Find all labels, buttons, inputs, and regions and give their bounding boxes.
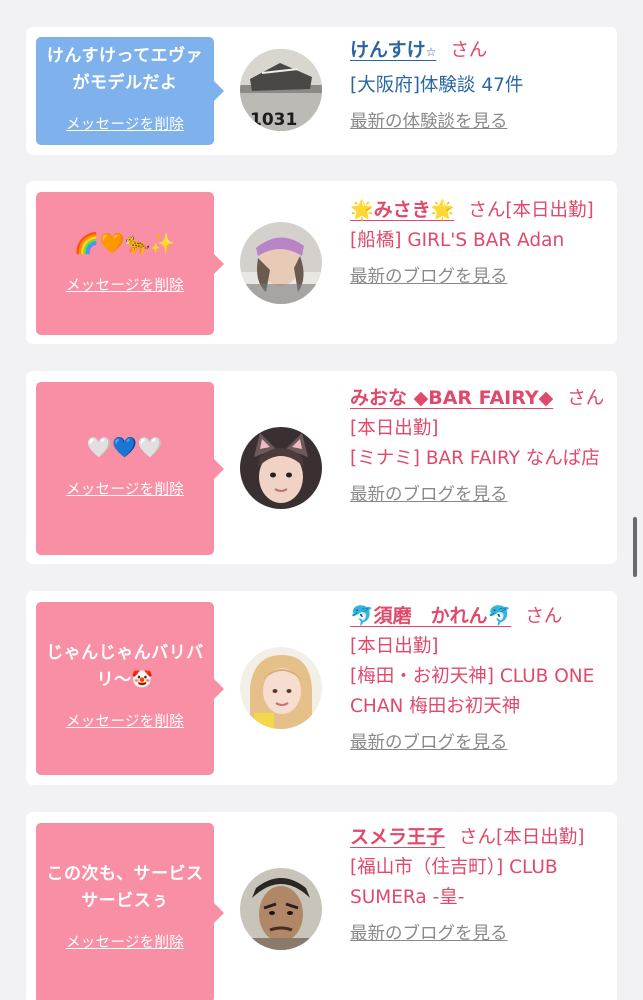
blonde-woman-avatar (240, 647, 322, 729)
avatar[interactable]: 1031 (240, 49, 322, 131)
work-status: [本日出勤] (350, 636, 439, 657)
message-bubble: この次も、サービスサービスぅ メッセージを削除 (36, 823, 224, 1000)
message-text: 🌈🧡🐆✨ (74, 231, 176, 255)
photo-1031-avatar: 1031 (240, 49, 322, 131)
message-card: 🌈🧡🐆✨ メッセージを削除 🌟みさき🌟 さん[本日出勤] [船橋] GIRL'S … (26, 181, 617, 344)
latest-review-link[interactable]: 最新の体験談を見る (350, 107, 508, 137)
honorific: さん (525, 606, 563, 627)
work-status: [本日出勤] (350, 418, 439, 439)
latest-blog-link[interactable]: 最新のブログを見る (350, 262, 508, 292)
message-card: けんすけってエヴァがモデルだよ メッセージを削除 1031 けんすけ☆ さん [大… (26, 27, 617, 155)
sender-detail: [福山市（住吉町）] CLUB SUMERa -皇- (350, 857, 558, 908)
honorific: さん (459, 827, 497, 848)
svg-text:1031: 1031 (250, 110, 297, 130)
delete-message-link[interactable]: メッセージを削除 (36, 478, 214, 499)
avatar[interactable] (240, 868, 322, 950)
sender-info: けんすけ☆ さん [大阪府]体験談 47件 最新の体験談を見る (350, 35, 608, 137)
star-icon: ☆ (425, 45, 437, 59)
avatar[interactable] (240, 222, 322, 304)
message-bubble: けんすけってエヴァがモデルだよ メッセージを削除 (36, 37, 224, 145)
sender-name[interactable]: けんすけ☆ (350, 39, 436, 61)
cat-ears-avatar (240, 427, 322, 509)
sender-name-text: けんすけ (350, 39, 426, 61)
sender-name[interactable]: みおな ◆BAR FAIRY◆ (350, 387, 553, 409)
woman-headband-avatar (240, 222, 322, 304)
delete-message-link[interactable]: メッセージを削除 (36, 710, 214, 731)
sender-name[interactable]: 🐬須磨 かれん🐬 (350, 605, 511, 627)
message-card: じゃんじゃんバリバリ〜🤡 メッセージを削除 🐬須磨 かれん🐬 さん [本日出勤] … (26, 591, 617, 785)
sender-detail: [梅田・お初天神] CLUB ONE CHAN 梅田お初天神 (350, 666, 595, 717)
avatar[interactable] (240, 647, 322, 729)
latest-blog-link[interactable]: 最新のブログを見る (350, 728, 508, 758)
honorific: さん (567, 388, 605, 409)
sender-detail: [船橋] GIRL'S BAR Adan (350, 230, 565, 251)
message-text: じゃんじゃんバリバリ〜🤡 (46, 643, 204, 690)
sender-info: スメラ王子 さん[本日出勤] [福山市（住吉町）] CLUB SUMERa -皇-… (350, 822, 608, 949)
sender-name[interactable]: 🌟みさき🌟 (350, 199, 454, 221)
sender-info: 🌟みさき🌟 さん[本日出勤] [船橋] GIRL'S BAR Adan 最新のブロ… (350, 195, 608, 292)
sender-detail: [ミナミ] BAR FAIRY なんば店 (350, 448, 600, 469)
delete-message-link[interactable]: メッセージを削除 (36, 931, 214, 952)
message-bubble: じゃんじゃんバリバリ〜🤡 メッセージを削除 (36, 602, 224, 775)
message-text: この次も、サービスサービスぅ (46, 864, 204, 911)
latest-blog-link[interactable]: 最新のブログを見る (350, 480, 508, 510)
message-text: けんすけってエヴァがモデルだよ (46, 46, 204, 93)
work-status: [本日出勤] (505, 200, 594, 221)
honorific: さん (450, 40, 488, 61)
sender-info: みおな ◆BAR FAIRY◆ さん [本日出勤] [ミナミ] BAR FAIRY … (350, 383, 608, 510)
sender-detail: [大阪府]体験談 47件 (350, 75, 524, 96)
message-bubble: 🌈🧡🐆✨ メッセージを削除 (36, 192, 224, 335)
sender-info: 🐬須磨 かれん🐬 さん [本日出勤] [梅田・お初天神] CLUB ONE CHA… (350, 601, 608, 758)
latest-blog-link[interactable]: 最新のブログを見る (350, 919, 508, 949)
costume-face-avatar (240, 868, 322, 950)
scrollbar[interactable] (633, 517, 637, 577)
avatar[interactable] (240, 427, 322, 509)
message-feed: けんすけってエヴァがモデルだよ メッセージを削除 1031 けんすけ☆ さん [大… (0, 0, 643, 1000)
work-status: [本日出勤] (496, 827, 585, 848)
message-card: 🤍💙🤍 メッセージを削除 みおな ◆BAR FAIRY◆さん[本日出勤] [ミ (26, 371, 617, 564)
message-card: この次も、サービスサービスぅ メッセージを削除 スメラ王子 さん[本日出勤] [福… (26, 812, 617, 1000)
delete-message-link[interactable]: メッセージを削除 (36, 274, 214, 295)
message-text: 🤍💙🤍 (86, 435, 164, 459)
honorific: さん (468, 200, 506, 221)
sender-name[interactable]: スメラ王子 (350, 826, 445, 848)
delete-message-link[interactable]: メッセージを削除 (36, 113, 214, 134)
message-bubble: 🤍💙🤍 メッセージを削除 (36, 382, 224, 555)
